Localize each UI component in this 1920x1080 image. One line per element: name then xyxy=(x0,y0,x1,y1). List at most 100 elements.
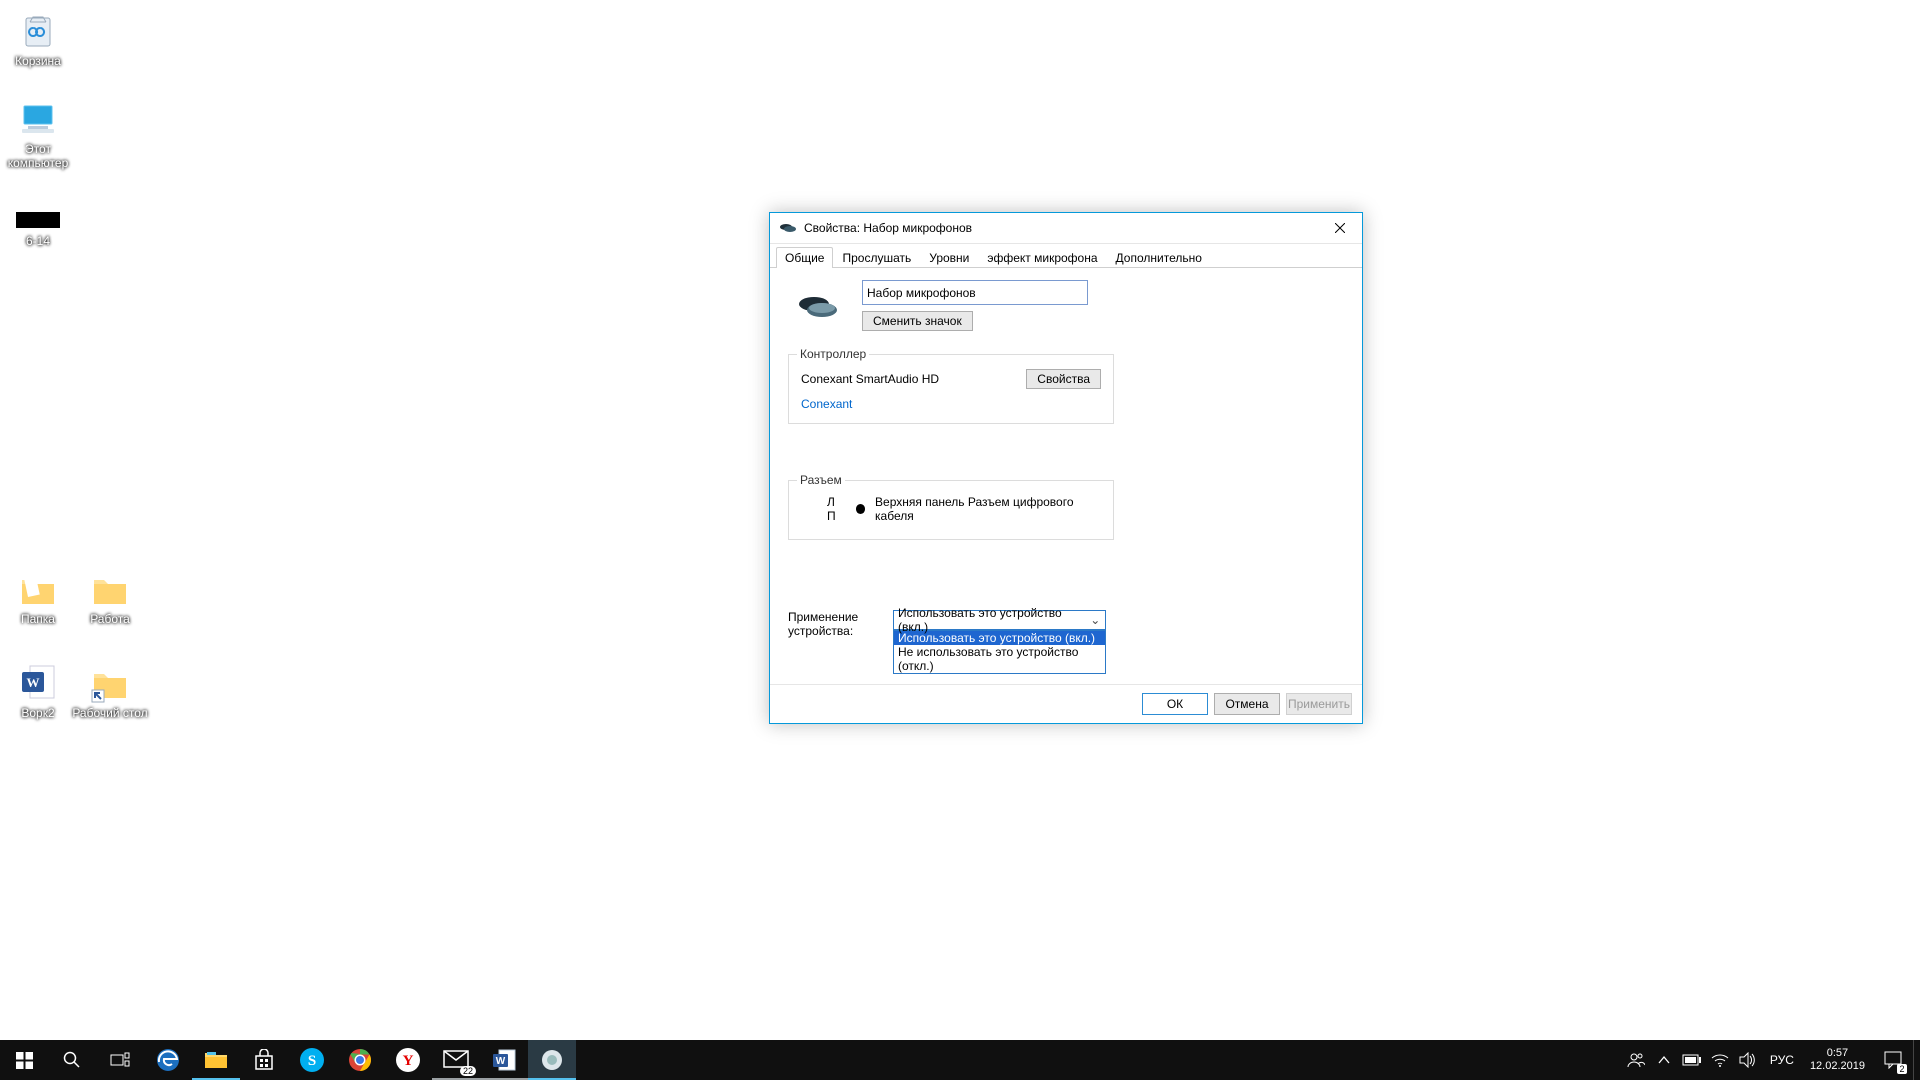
tray-action-center[interactable]: 2 xyxy=(1873,1040,1913,1080)
chevron-up-icon xyxy=(1658,1055,1670,1065)
svg-text:Y: Y xyxy=(403,1053,414,1069)
controller-vendor-link[interactable]: Conexant xyxy=(801,397,852,411)
taskbar-app-sound-settings[interactable] xyxy=(528,1040,576,1080)
tray-language[interactable]: РУС xyxy=(1762,1040,1802,1080)
jack-description: Верхняя панель Разъем цифрового кабеля xyxy=(875,495,1101,523)
task-view-icon xyxy=(110,1052,130,1068)
folder-shortcut-icon xyxy=(88,660,132,704)
word-icon: W xyxy=(16,660,60,704)
taskbar-app-store[interactable] xyxy=(240,1040,288,1080)
close-button[interactable] xyxy=(1318,213,1362,243)
redacted-icon xyxy=(16,212,60,232)
change-icon-button[interactable]: Сменить значок xyxy=(862,311,973,331)
taskbar-app-skype[interactable]: S xyxy=(288,1040,336,1080)
tab-general[interactable]: Общие xyxy=(776,247,833,268)
tray-clock[interactable]: 0:57 12.02.2019 xyxy=(1802,1047,1873,1073)
system-tray: РУС 0:57 12.02.2019 2 xyxy=(1622,1040,1920,1080)
svg-text:S: S xyxy=(308,1053,316,1069)
taskbar-app-edge[interactable] xyxy=(144,1040,192,1080)
svg-text:W: W xyxy=(496,1056,506,1067)
yandex-icon: Y xyxy=(395,1047,421,1073)
svg-text:W: W xyxy=(27,675,40,690)
combo-option-disable[interactable]: Не использовать это устройство (откл.) xyxy=(894,645,1105,673)
device-usage-dropdown: Использовать это устройство (вкл.) Не ис… xyxy=(893,630,1106,674)
battery-icon xyxy=(1682,1054,1702,1066)
dialog-titlebar[interactable]: Свойства: Набор микрофонов xyxy=(770,213,1362,244)
desktop-icon-label: Корзина xyxy=(15,54,61,68)
tray-battery[interactable] xyxy=(1678,1040,1706,1080)
file-explorer-icon xyxy=(204,1050,228,1070)
tray-wifi[interactable] xyxy=(1706,1040,1734,1080)
start-button[interactable] xyxy=(0,1040,48,1080)
controller-legend: Контроллер xyxy=(797,347,869,361)
taskbar-app-mail[interactable]: 22 xyxy=(432,1040,480,1080)
device-usage-selected: Использовать это устройство (вкл.) xyxy=(898,606,1088,634)
search-icon xyxy=(63,1051,81,1069)
people-icon xyxy=(1627,1051,1645,1069)
desktop-icon-redacted[interactable]: 6-14 xyxy=(0,212,76,248)
microphone-properties-dialog: Свойства: Набор микрофонов Общие Прослуш… xyxy=(769,212,1363,724)
tabs-bar: Общие Прослушать Уровни эффект микрофона… xyxy=(770,246,1362,268)
jack-lp-label: Л П xyxy=(827,495,846,523)
desktop-icon-label: Рабочий стол xyxy=(72,706,147,720)
show-desktop-button[interactable] xyxy=(1913,1040,1920,1080)
taskbar-app-chrome[interactable] xyxy=(336,1040,384,1080)
search-button[interactable] xyxy=(48,1040,96,1080)
task-view-button[interactable] xyxy=(96,1040,144,1080)
dialog-title: Свойства: Набор микрофонов xyxy=(804,221,1318,235)
folder-icon xyxy=(16,566,60,610)
tab-advanced[interactable]: Дополнительно xyxy=(1107,247,1211,268)
store-icon xyxy=(253,1049,275,1071)
chrome-icon xyxy=(348,1048,372,1072)
notification-badge: 2 xyxy=(1897,1064,1907,1074)
dialog-button-row: ОК Отмена Применить xyxy=(770,684,1362,723)
sound-device-icon xyxy=(541,1049,563,1071)
device-usage-combo[interactable]: Использовать это устройство (вкл.) ⌄ xyxy=(893,610,1106,630)
tab-pane-general: Сменить значок Контроллер Conexant Smart… xyxy=(770,268,1362,684)
tray-date: 12.02.2019 xyxy=(1810,1060,1865,1073)
volume-icon xyxy=(1739,1052,1757,1068)
tab-listen[interactable]: Прослушать xyxy=(833,247,920,268)
tab-mic-effects[interactable]: эффект микрофона xyxy=(978,247,1106,268)
wifi-icon xyxy=(1711,1053,1729,1067)
skype-icon: S xyxy=(299,1047,325,1073)
controller-properties-button[interactable]: Свойства xyxy=(1026,369,1101,389)
controller-groupbox: Контроллер Conexant SmartAudio HD Свойст… xyxy=(788,354,1114,424)
windows-icon xyxy=(16,1052,33,1069)
word-icon: W xyxy=(491,1047,517,1073)
desktop-icon-label: Папка xyxy=(21,612,55,626)
taskbar: S Y 22 W РУС 0:57 12.02.2019 xyxy=(0,1040,1920,1080)
cancel-button[interactable]: Отмена xyxy=(1214,693,1280,715)
tray-volume[interactable] xyxy=(1734,1040,1762,1080)
desktop-icon-label: Ворк2 xyxy=(21,706,54,720)
close-icon xyxy=(1335,223,1345,233)
tray-people[interactable] xyxy=(1622,1040,1650,1080)
taskbar-app-word[interactable]: W xyxy=(480,1040,528,1080)
tray-show-hidden[interactable] xyxy=(1650,1040,1678,1080)
device-usage-label: Применение устройства: xyxy=(788,610,873,638)
taskbar-app-yandex[interactable]: Y xyxy=(384,1040,432,1080)
device-name-input[interactable] xyxy=(862,280,1088,305)
desktop-icon-folder-3[interactable]: Рабочий стол xyxy=(72,660,148,720)
taskbar-app-file-explorer[interactable] xyxy=(192,1040,240,1080)
jack-legend: Разъем xyxy=(797,473,845,487)
desktop-icon-word-doc[interactable]: W Ворк2 xyxy=(0,660,76,720)
ok-button[interactable]: ОК xyxy=(1142,693,1208,715)
desktop-icon-label: Работа xyxy=(90,612,130,626)
controller-name: Conexant SmartAudio HD xyxy=(801,372,939,386)
desktop-icon-label: 6-14 xyxy=(26,234,50,248)
microphone-array-icon xyxy=(778,218,798,238)
chevron-down-icon: ⌄ xyxy=(1088,613,1103,627)
apply-button[interactable]: Применить xyxy=(1286,693,1352,715)
tray-time: 0:57 xyxy=(1827,1047,1848,1060)
desktop-icon-recycle-bin[interactable]: Корзина xyxy=(0,8,76,68)
desktop-icon-this-pc[interactable]: Этот компьютер xyxy=(0,96,76,170)
tab-levels[interactable]: Уровни xyxy=(920,247,978,268)
desktop-icon-folder-2[interactable]: Работа xyxy=(72,566,148,626)
mail-badge: 22 xyxy=(460,1066,476,1076)
device-large-icon xyxy=(788,284,848,332)
desktop-icon-label: Этот компьютер xyxy=(0,142,76,170)
folder-icon xyxy=(88,566,132,610)
combo-option-enable[interactable]: Использовать это устройство (вкл.) xyxy=(894,631,1105,645)
desktop-icon-folder-1[interactable]: Папка xyxy=(0,566,76,626)
